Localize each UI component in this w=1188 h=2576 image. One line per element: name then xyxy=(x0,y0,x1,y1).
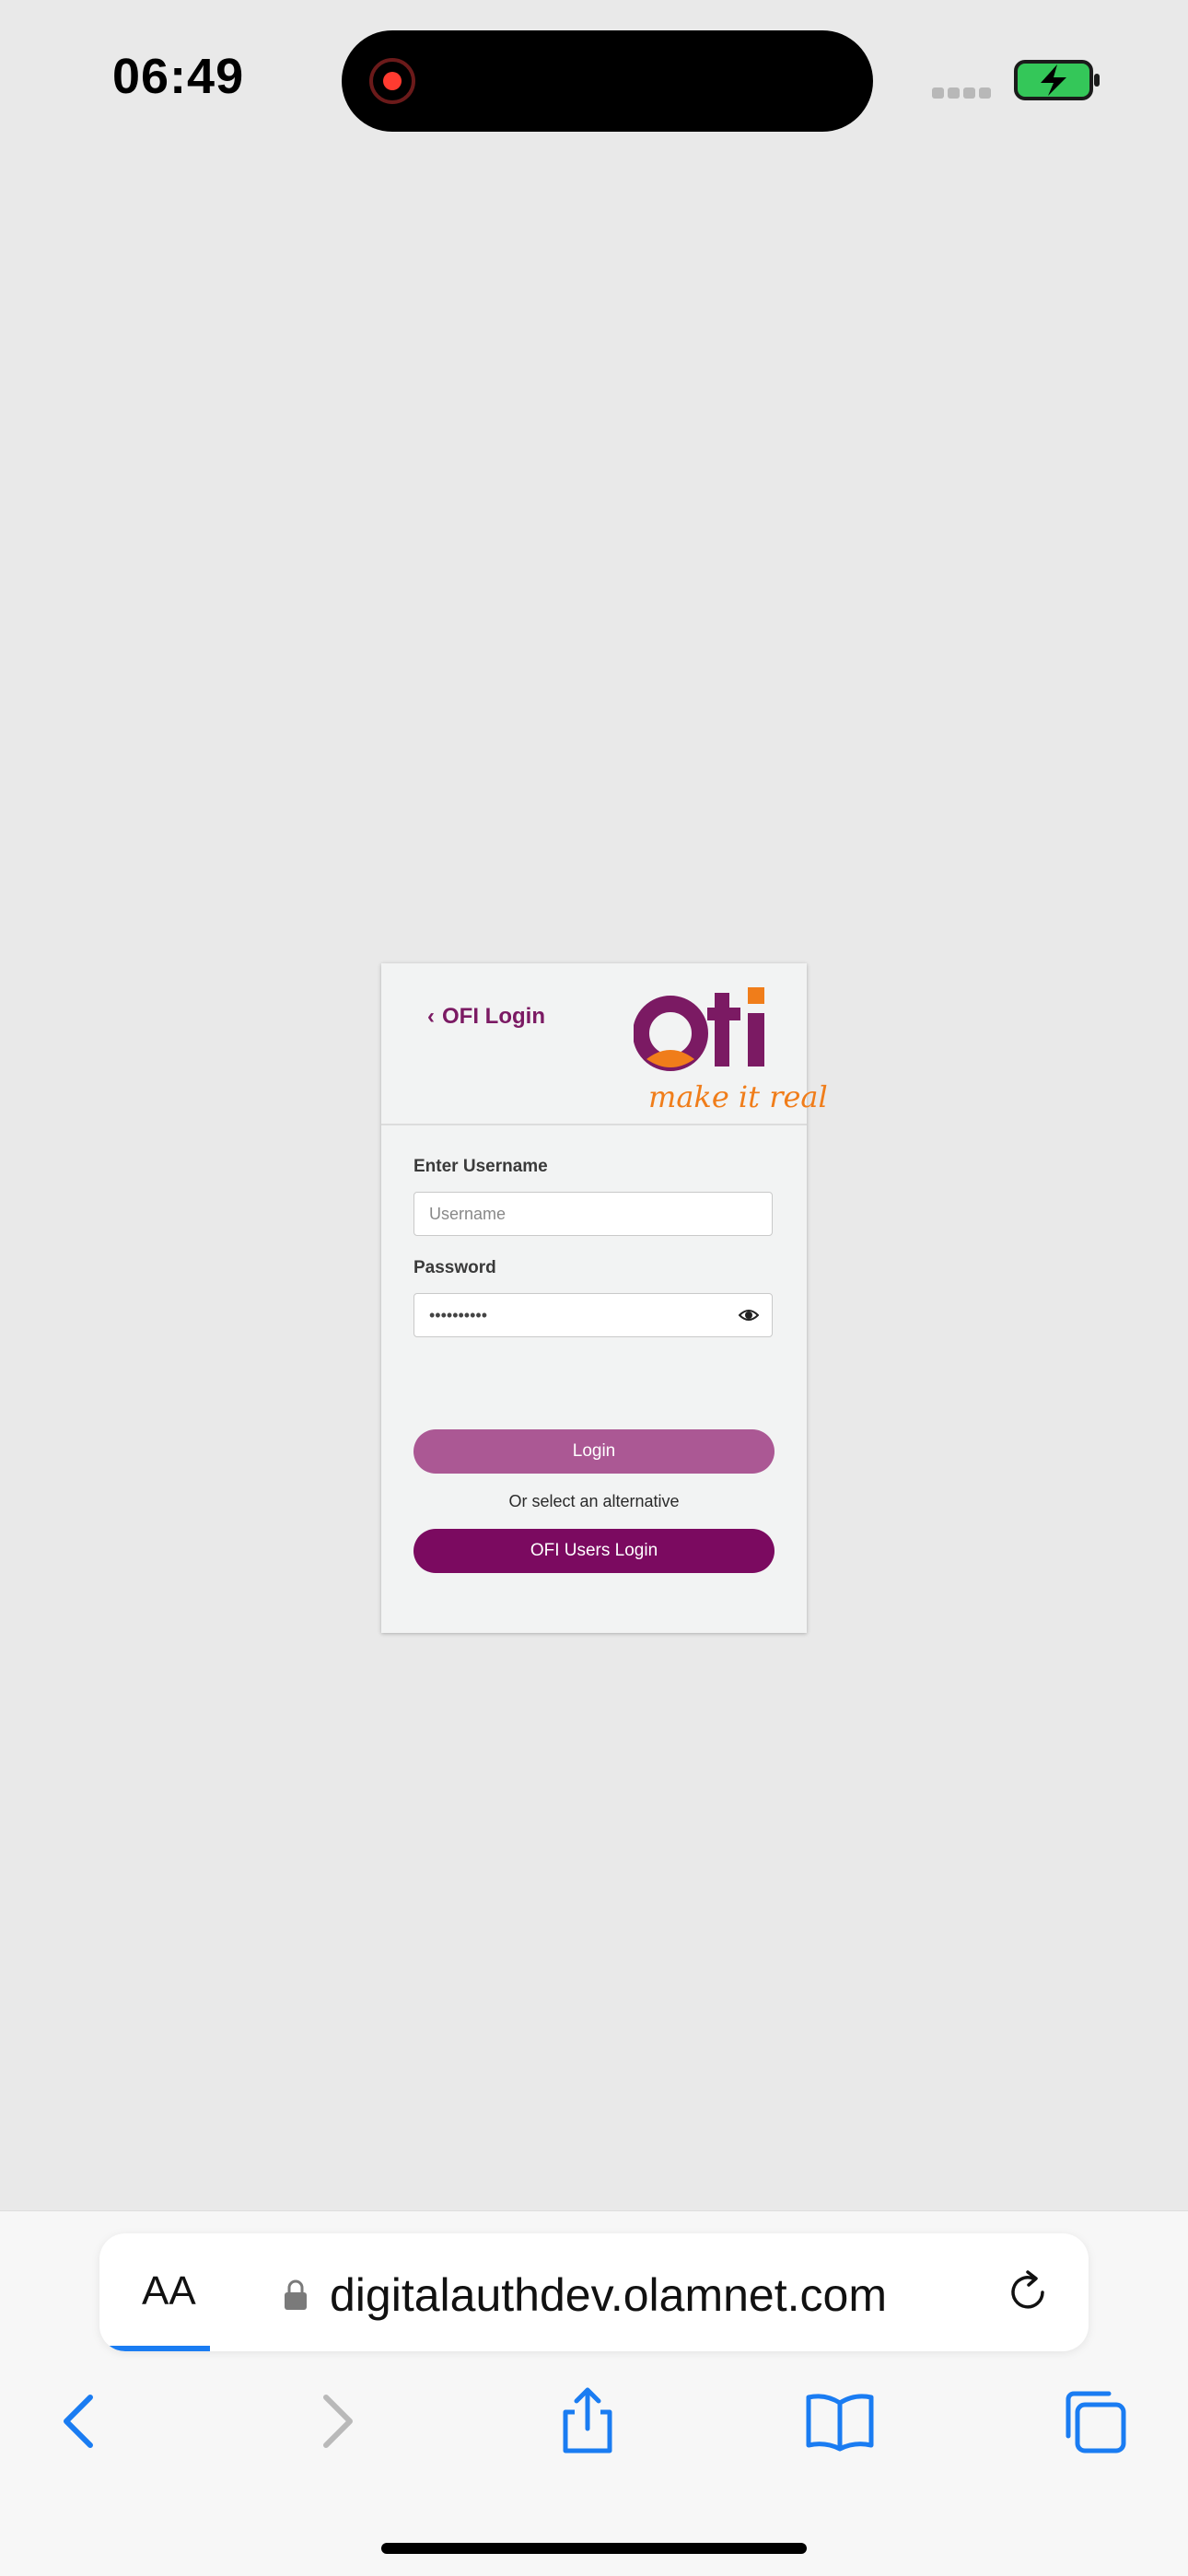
text-size-button[interactable]: AA xyxy=(142,2268,196,2314)
login-button[interactable]: Login xyxy=(413,1429,775,1474)
back-link[interactable]: ‹ OFI Login xyxy=(427,1004,545,1030)
tabs-icon[interactable] xyxy=(1057,2384,1131,2458)
recording-icon[interactable] xyxy=(369,58,415,104)
reload-icon[interactable] xyxy=(1002,2267,1054,2318)
password-label: Password xyxy=(413,1258,496,1277)
card-header: ‹ OFI Login make it real xyxy=(381,963,828,1125)
bookmarks-icon[interactable] xyxy=(803,2384,877,2458)
login-card: ‹ OFI Login make it real Enter Username U… xyxy=(381,963,828,1633)
browser-bottom-bar: AA digitalauthdev.olamnet.com xyxy=(0,2210,1188,2576)
show-password-icon[interactable] xyxy=(739,1307,759,1323)
lock-icon xyxy=(285,2279,307,2310)
home-indicator[interactable] xyxy=(381,2543,807,2554)
back-link-label: OFI Login xyxy=(442,1004,545,1029)
ofi-users-login-button[interactable]: OFI Users Login xyxy=(413,1529,775,1573)
status-time: 06:49 xyxy=(112,49,245,104)
alternative-text: Or select an alternative xyxy=(508,1492,680,1510)
url-text[interactable]: digitalauthdev.olamnet.com xyxy=(330,2268,887,2322)
ofi-logo: make it real xyxy=(634,974,828,1116)
password-value: •••••••••• xyxy=(429,1306,488,1324)
chevron-left-icon: ‹ xyxy=(427,1004,435,1029)
load-progress-bar xyxy=(99,2346,210,2351)
cellular-signal-icon xyxy=(932,87,996,99)
dynamic-island xyxy=(342,30,873,132)
battery-charging-icon xyxy=(1014,60,1100,100)
logo-tagline: make it real xyxy=(648,1079,828,1114)
address-bar[interactable]: AA digitalauthdev.olamnet.com xyxy=(99,2233,1089,2351)
username-label: Enter Username xyxy=(413,1157,548,1176)
forward-icon[interactable] xyxy=(300,2384,374,2458)
back-icon[interactable] xyxy=(42,2384,116,2458)
username-placeholder: Username xyxy=(429,1205,507,1223)
share-icon[interactable] xyxy=(551,2384,624,2458)
username-input[interactable]: Username xyxy=(413,1192,773,1236)
password-input[interactable]: •••••••••• xyxy=(413,1293,773,1337)
